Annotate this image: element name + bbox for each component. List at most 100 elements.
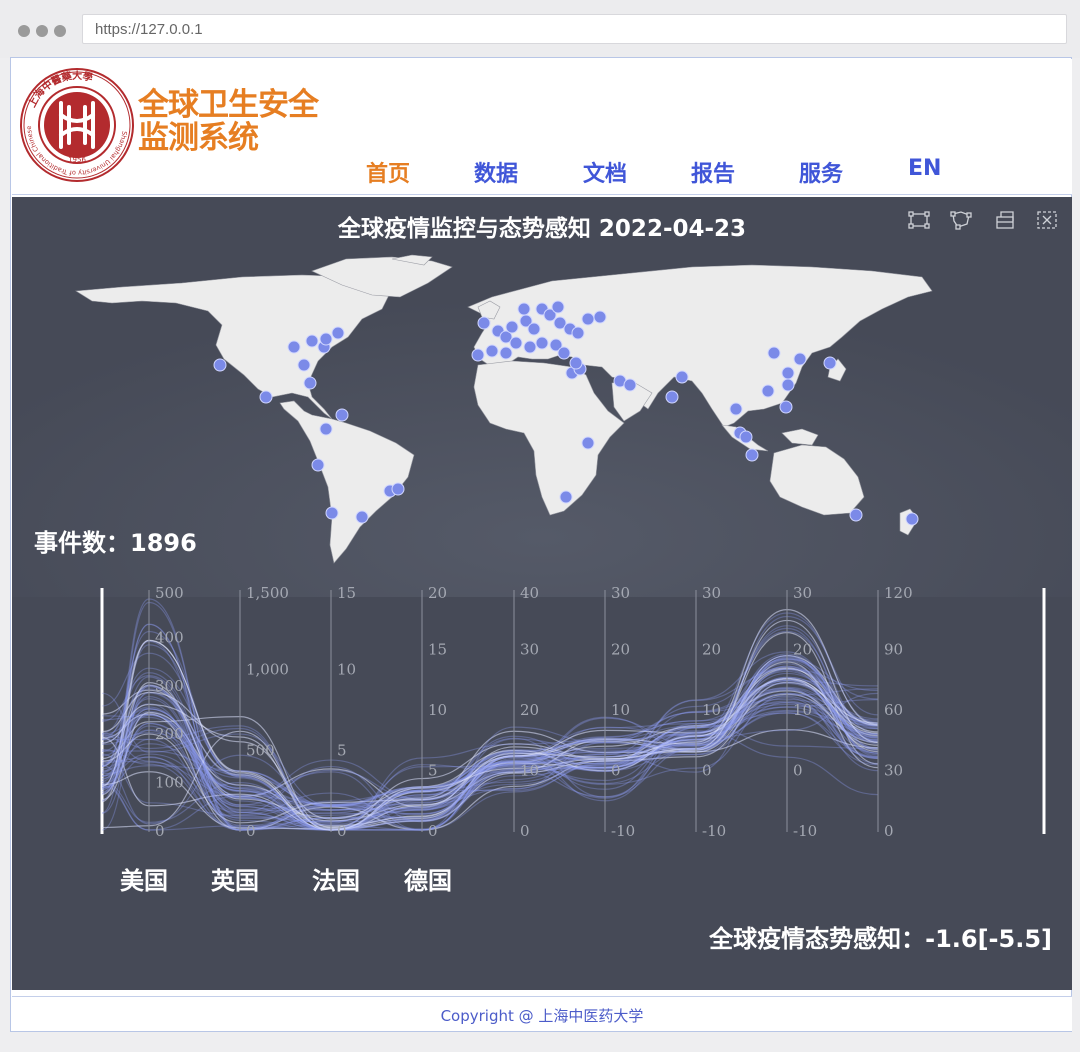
site-footer: Copyright @ 上海中医药大学 [12, 996, 1072, 1031]
parallel-tick-label: 15 [428, 641, 447, 659]
parallel-tick-label: 0 [155, 822, 165, 840]
map-event-point [523, 340, 537, 354]
map-event-point [557, 346, 571, 360]
country-filter-fr[interactable]: 法国 [312, 861, 360, 896]
map-event-point [355, 510, 369, 524]
map-event-point [767, 346, 781, 360]
map-event-point [665, 390, 679, 404]
situation-indicator: 全球疫情态势感知：-1.6[-5.5] [709, 919, 1052, 954]
parallel-tick-label: 30 [884, 762, 903, 780]
map-event-point [849, 508, 863, 522]
map-event-point [581, 436, 595, 450]
window-dot-icon[interactable] [18, 25, 30, 37]
map-event-point [297, 358, 311, 372]
parallel-tick-label: 5 [428, 762, 438, 780]
map-event-point [305, 334, 319, 348]
map-event-point [319, 422, 333, 436]
parallel-tick-label: 500 [155, 584, 184, 602]
parallel-tick-label: 10 [793, 701, 812, 719]
map-event-point [781, 378, 795, 392]
rect-select-icon[interactable] [906, 207, 932, 233]
parallel-tick-label: 100 [155, 774, 184, 792]
map-event-point [509, 336, 523, 350]
situation-label: 全球疫情态势感知： [709, 925, 926, 953]
parallel-tick-label: 0 [246, 822, 256, 840]
map-event-point [571, 326, 585, 340]
nav-item-services[interactable]: 服务 [799, 156, 843, 188]
parallel-tick-label: 300 [155, 677, 184, 695]
parallel-tick-label: 0 [702, 762, 712, 780]
map-event-point [761, 384, 775, 398]
keep-selection-icon[interactable] [992, 207, 1018, 233]
parallel-tick-label: 1,000 [246, 661, 289, 679]
parallel-tick-label: 200 [155, 725, 184, 743]
parallel-tick-label: 30 [793, 584, 812, 602]
map-event-point [335, 408, 349, 422]
map-event-point [527, 322, 541, 336]
parallel-tick-label: 30 [520, 641, 539, 659]
site-title-line2: 监测系统 [138, 120, 259, 156]
country-filter-uk[interactable]: 英国 [211, 861, 259, 896]
map-event-point [745, 448, 759, 462]
parallel-tick-label: -10 [793, 822, 817, 840]
lasso-select-icon[interactable] [948, 207, 974, 233]
parallel-tick-label: 0 [520, 822, 530, 840]
nav-item-home[interactable]: 首页 [366, 156, 410, 188]
university-logo[interactable]: 1956 Shanghai University of Traditional … [19, 67, 135, 183]
window-dot-icon[interactable] [36, 25, 48, 37]
site-header: 1956 Shanghai University of Traditional … [12, 59, 1072, 195]
map-toolbox [906, 207, 1062, 233]
parallel-coordinates-chart[interactable]: 50040030020010001,5001,00050001510502015… [12, 582, 1072, 862]
map-event-point [287, 340, 301, 354]
event-count: 事件数：1896 [34, 523, 197, 558]
parallel-tick-label: 0 [428, 822, 438, 840]
nav-item-docs[interactable]: 文档 [583, 156, 627, 188]
window-controls [18, 22, 72, 41]
copyright-text[interactable]: Copyright @ 上海中医药大学 [441, 1007, 644, 1025]
parallel-tick-label: 90 [884, 641, 903, 659]
map-event-point [623, 378, 637, 392]
map-event-point [471, 348, 485, 362]
map-event-point [729, 402, 743, 416]
map-event-point [517, 302, 531, 316]
parallel-tick-label: 500 [246, 741, 275, 759]
map-event-point [535, 336, 549, 350]
event-count-value: 1896 [130, 529, 197, 557]
parallel-tick-label: 0 [884, 822, 894, 840]
map-event-point [569, 356, 583, 370]
map-event-point [581, 312, 595, 326]
site-title: 全球卫生安全 监测系统 [138, 89, 319, 156]
parallel-tick-label: 15 [337, 584, 356, 602]
clear-selection-icon[interactable] [1034, 207, 1060, 233]
logo-year: 1956 [68, 156, 86, 164]
nav-item-data[interactable]: 数据 [474, 156, 518, 188]
parallel-tick-label: 1,500 [246, 584, 289, 602]
address-bar[interactable]: https://127.0.0.1 [82, 14, 1067, 44]
parallel-tick-label: 5 [337, 741, 347, 759]
map-event-point [739, 430, 753, 444]
parallel-tick-label: 20 [702, 641, 721, 659]
country-filter-de[interactable]: 德国 [404, 861, 452, 896]
map-event-point [905, 512, 919, 526]
window-dot-icon[interactable] [54, 25, 66, 37]
map-event-point [485, 344, 499, 358]
parallel-tick-label: -10 [702, 822, 726, 840]
map-event-point [499, 346, 513, 360]
parallel-tick-label: 0 [337, 822, 347, 840]
parallel-tick-label: 10 [337, 661, 356, 679]
map-event-point [331, 326, 345, 340]
map-event-point [319, 332, 333, 346]
map-event-point [505, 320, 519, 334]
parallel-tick-label: 0 [793, 762, 803, 780]
map-event-point [793, 352, 807, 366]
nav-item-reports[interactable]: 报告 [691, 156, 735, 188]
parallel-tick-label: 20 [428, 584, 447, 602]
parallel-tick-label: 400 [155, 628, 184, 646]
nav-item-english[interactable]: EN [908, 156, 941, 181]
situation-value: -1.6[-5.5] [925, 925, 1052, 953]
map-event-point [325, 506, 339, 520]
country-filter-us[interactable]: 美国 [120, 861, 168, 896]
event-count-label: 事件数： [34, 529, 130, 557]
parallel-tick-label: 20 [520, 701, 539, 719]
browser-chrome: https://127.0.0.1 [0, 0, 1080, 58]
